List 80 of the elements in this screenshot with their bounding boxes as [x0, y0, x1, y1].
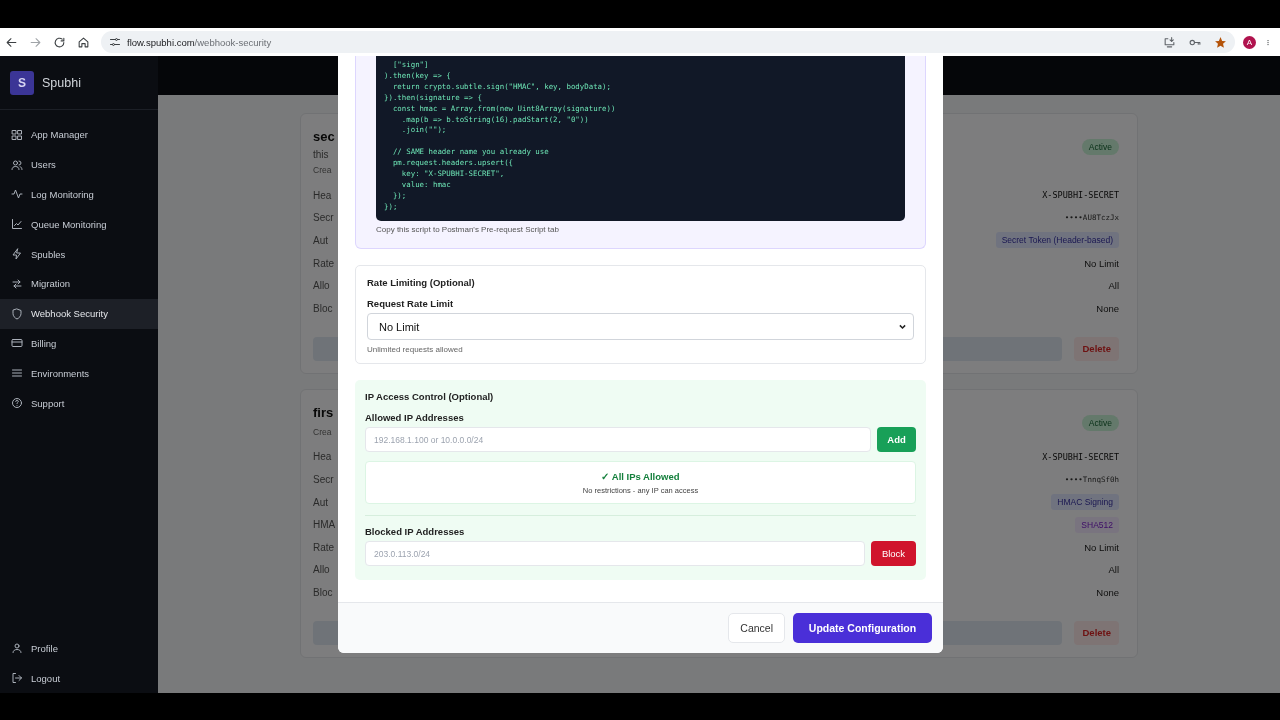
section-title: Rate Limiting (Optional) — [367, 277, 476, 288]
rate-limit-select[interactable]: No Limit — [367, 313, 914, 340]
tag: HMAC Signing — [1051, 494, 1119, 511]
field-label: Blocked IP Addresses — [365, 526, 466, 537]
field-label: Secr — [313, 212, 334, 224]
sidebar-item[interactable]: Log Monitoring — [0, 179, 158, 210]
swap-arrows-icon — [11, 277, 23, 290]
created-date: Crea — [313, 425, 333, 439]
field-value: None — [1096, 302, 1119, 314]
field-value: All — [1108, 280, 1119, 292]
sidebar-item[interactable]: Profile — [0, 633, 158, 664]
field-value: No Limit — [1084, 541, 1119, 553]
tag: Secret Token (Header-based) — [995, 232, 1119, 249]
layers-icon — [11, 367, 23, 380]
sidebar-item[interactable]: Queue Monitoring — [0, 209, 158, 240]
field-label: Aut — [313, 235, 328, 246]
field-value: No Limit — [1084, 257, 1119, 269]
shield-icon — [11, 307, 23, 320]
logo-badge: S — [10, 70, 34, 95]
sidebar-item[interactable]: Support — [0, 388, 158, 418]
star-icon[interactable] — [1214, 35, 1227, 49]
lightning-icon — [11, 248, 23, 261]
install-icon[interactable] — [1163, 35, 1176, 49]
section-title: IP Access Control (Optional) — [365, 391, 495, 402]
sidebar-item[interactable]: Logout — [0, 663, 158, 693]
field-label: Allo — [313, 280, 330, 292]
block-button[interactable]: Block — [871, 541, 916, 566]
status-badge: Active — [1081, 414, 1119, 431]
logout-icon — [11, 672, 23, 685]
ip-input[interactable]: 203.0.113.0/24 — [365, 541, 865, 566]
webhook-description: this — [313, 148, 330, 162]
card-icon — [11, 337, 23, 350]
field-label: Bloc — [313, 302, 333, 314]
field-label: Allo — [313, 564, 330, 576]
chart-icon — [11, 218, 23, 231]
sidebar-item[interactable]: Users — [0, 149, 158, 180]
helper-text: Unlimited requests allowed — [367, 345, 464, 354]
activity-icon — [11, 188, 23, 201]
cancel-button[interactable]: Cancel — [728, 613, 785, 643]
field-label: Request Rate Limit — [367, 298, 455, 309]
address-bar[interactable]: flow.spubhi.com/webhook-security — [101, 31, 1235, 53]
app-name: Spubhi — [42, 75, 81, 90]
field-label: HMA — [313, 519, 336, 531]
helper-text: Copy this script to Postman's Pre-request Script tab — [376, 225, 560, 234]
webhook-title: firs — [313, 403, 334, 422]
reload-icon[interactable] — [53, 35, 66, 49]
created-date: Crea — [313, 164, 333, 177]
field-label: Hea — [313, 451, 332, 463]
profile-avatar[interactable]: A — [1243, 35, 1256, 49]
help-icon — [11, 397, 23, 410]
status-badge: Active — [1081, 139, 1119, 155]
status-title: ✓ All IPs Allowed — [601, 470, 680, 482]
field-label: Rate — [313, 257, 335, 269]
update-button[interactable]: Update Configuration — [793, 613, 932, 643]
site-settings-icon[interactable] — [109, 36, 121, 48]
field-label: Rate — [313, 541, 335, 553]
back-icon[interactable] — [5, 35, 18, 49]
field-label: Bloc — [313, 586, 333, 598]
sidebar-item[interactable]: Webhook Security — [0, 298, 158, 329]
users-icon — [11, 158, 23, 171]
chevron-down-icon — [898, 322, 907, 331]
webhook-title: sec — [313, 128, 335, 146]
field-label: Aut — [313, 496, 328, 508]
sidebar-item[interactable]: Spubles — [0, 239, 158, 269]
home-icon[interactable] — [77, 35, 90, 49]
field-label: Secr — [313, 473, 334, 485]
sidebar-item[interactable]: Migration — [0, 269, 158, 299]
field-value: All — [1108, 564, 1119, 576]
field-value: None — [1096, 586, 1119, 598]
person-icon — [11, 642, 23, 655]
field-label: Allowed IP Addresses — [365, 412, 465, 423]
grid-icon — [11, 128, 23, 141]
sidebar-item[interactable]: Billing — [0, 328, 158, 359]
field-label: Hea — [313, 189, 332, 201]
field-value: X-SPUBHI-SECRET — [1042, 190, 1119, 201]
url-text: flow.spubhi.com/webhook-security — [127, 36, 272, 48]
ip-input[interactable]: 192.168.1.100 or 10.0.0.0/24 — [365, 427, 871, 452]
sidebar-item[interactable]: App Manager — [0, 120, 158, 150]
tag: SHA512 — [1075, 516, 1119, 533]
sidebar-item[interactable]: Environments — [0, 358, 158, 389]
